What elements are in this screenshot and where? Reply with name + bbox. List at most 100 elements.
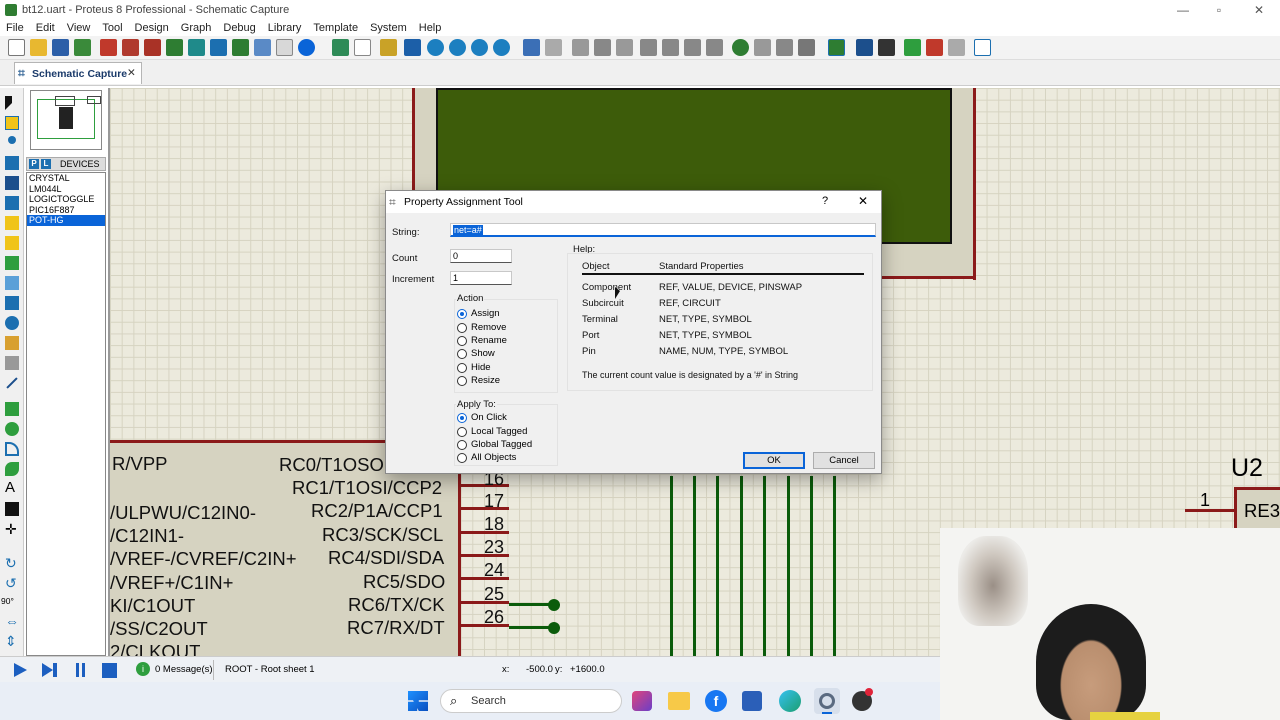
menu-library[interactable]: Library — [262, 20, 308, 34]
selection-mode-icon[interactable] — [5, 96, 12, 110]
save-icon[interactable] — [52, 39, 69, 56]
origin-icon[interactable] — [380, 39, 397, 56]
block-delete-icon[interactable] — [706, 39, 723, 56]
menu-edit[interactable]: Edit — [30, 20, 61, 34]
menu-graph[interactable]: Graph — [175, 20, 218, 34]
junction-dot[interactable] — [548, 622, 560, 634]
action-assign-radio[interactable]: Assign — [457, 308, 500, 320]
block-copy-icon[interactable] — [640, 39, 657, 56]
close-window-button[interactable]: ✕ — [1240, 0, 1278, 20]
minimize-button[interactable]: — — [1164, 0, 1202, 20]
undo-icon[interactable] — [523, 39, 540, 56]
apply-local-tagged-radio[interactable]: Local Tagged — [457, 426, 527, 438]
device-item[interactable]: PIC16F887 — [27, 205, 105, 216]
property-tool-icon[interactable] — [878, 39, 895, 56]
menu-design[interactable]: Design — [129, 20, 175, 34]
pick-device-icon[interactable] — [732, 39, 749, 56]
probe-icon[interactable] — [5, 336, 19, 350]
tab-schematic-capture[interactable]: ⌗ Schematic Capture ✕ — [14, 62, 142, 84]
grid-icon[interactable] — [354, 39, 371, 56]
widgets-icon[interactable] — [632, 691, 652, 711]
wire-autorouter-icon[interactable] — [828, 39, 845, 56]
subcircuit-icon[interactable] — [5, 216, 19, 230]
device-item[interactable]: LOGICTOGGLE — [27, 194, 105, 205]
block-rotate-icon[interactable] — [684, 39, 701, 56]
generator-icon[interactable] — [5, 316, 19, 330]
action-remove-radio[interactable]: Remove — [457, 322, 506, 334]
ok-button[interactable]: OK — [743, 452, 805, 469]
paste-icon[interactable] — [616, 39, 633, 56]
tape-icon[interactable] — [5, 296, 19, 310]
dialog-help-button[interactable]: ? — [822, 195, 828, 207]
netlist-icon[interactable] — [254, 39, 271, 56]
make-device-icon[interactable] — [754, 39, 771, 56]
increment-input[interactable]: 1 — [450, 271, 512, 285]
text-icon[interactable]: A — [5, 480, 19, 495]
tab-close-icon[interactable]: ✕ — [127, 67, 136, 79]
zoom-area-icon[interactable] — [493, 39, 510, 56]
rotate-ccw-icon[interactable]: ↺ — [5, 576, 19, 590]
rotation-angle[interactable]: 90° — [1, 596, 14, 606]
pack-icon[interactable] — [776, 39, 793, 56]
device-item[interactable]: CRYSTAL — [27, 173, 105, 184]
path-icon[interactable] — [5, 462, 19, 476]
library-manager-button[interactable]: L — [41, 159, 51, 169]
device-item[interactable]: LM044L — [27, 184, 105, 195]
decompose-icon[interactable] — [798, 39, 815, 56]
menu-template[interactable]: Template — [307, 20, 364, 34]
apply-all-objects-radio[interactable]: All Objects — [457, 452, 516, 464]
edge-icon[interactable] — [779, 690, 801, 712]
gallery-icon[interactable] — [188, 39, 205, 56]
action-show-radio[interactable]: Show — [457, 348, 495, 360]
dialog-close-button[interactable]: ✕ — [858, 194, 868, 208]
terminals-icon[interactable] — [5, 236, 19, 250]
remove-sheet-icon[interactable] — [926, 39, 943, 56]
line-icon[interactable] — [6, 377, 18, 389]
pick-library-button[interactable]: P — [29, 159, 39, 169]
edit-icon[interactable] — [974, 39, 991, 56]
block-move-icon[interactable] — [662, 39, 679, 56]
new-file-icon[interactable] — [8, 39, 25, 56]
home-icon[interactable] — [100, 39, 117, 56]
start-icon[interactable] — [408, 691, 428, 711]
graph-icon[interactable] — [5, 276, 19, 290]
menu-debug[interactable]: Debug — [217, 20, 261, 34]
store-icon[interactable] — [742, 691, 762, 711]
back-icon[interactable] — [166, 39, 183, 56]
string-input[interactable]: net=a# — [450, 223, 876, 237]
junction-icon[interactable] — [8, 136, 16, 144]
taskbar-search-input[interactable]: ⌕ Search — [440, 689, 622, 713]
pins-icon[interactable] — [5, 256, 19, 270]
menu-tool[interactable]: Tool — [96, 20, 128, 34]
import-icon[interactable] — [74, 39, 91, 56]
play-button[interactable] — [14, 663, 27, 677]
action-hide-radio[interactable]: Hide — [457, 362, 491, 374]
count-input[interactable]: 0 — [450, 249, 512, 263]
doc-icon[interactable] — [276, 39, 293, 56]
menu-system[interactable]: System — [364, 20, 413, 34]
bom-icon[interactable] — [232, 39, 249, 56]
mirror-x-icon[interactable]: ⇔ — [5, 614, 19, 628]
pause-button[interactable] — [76, 663, 79, 677]
arc-icon[interactable] — [5, 442, 19, 456]
junction-dot[interactable] — [548, 599, 560, 611]
message-status-icon[interactable]: i — [136, 662, 150, 676]
rotate-cw-icon[interactable]: ↻ — [5, 556, 19, 570]
sim-icon[interactable] — [210, 39, 227, 56]
facebook-icon[interactable]: f — [705, 690, 727, 712]
help-icon[interactable] — [298, 39, 315, 56]
text-script-icon[interactable] — [5, 176, 19, 190]
box-icon[interactable] — [5, 402, 19, 416]
bus-icon[interactable] — [5, 196, 19, 210]
pcb-icon[interactable] — [144, 39, 161, 56]
action-resize-radio[interactable]: Resize — [457, 375, 500, 387]
search-tag-icon[interactable] — [856, 39, 873, 56]
apply-on-click-radio[interactable]: On Click — [457, 412, 507, 424]
circle-icon[interactable] — [5, 422, 19, 436]
file-explorer-icon[interactable] — [668, 692, 690, 710]
step-button[interactable] — [42, 663, 53, 677]
wire-label-icon[interactable] — [5, 156, 19, 170]
apply-global-tagged-radio[interactable]: Global Tagged — [457, 439, 532, 451]
schematic-icon[interactable] — [122, 39, 139, 56]
menu-file[interactable]: File — [0, 20, 30, 34]
